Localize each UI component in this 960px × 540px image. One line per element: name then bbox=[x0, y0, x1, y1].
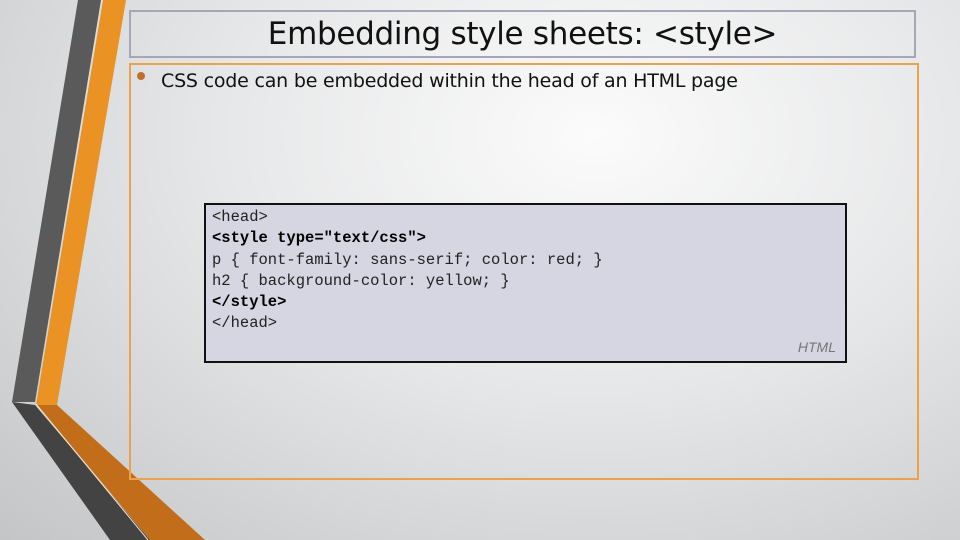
slide-title: Embedding style sheets: <style> bbox=[267, 16, 778, 52]
code-line: <head> bbox=[212, 208, 268, 226]
code-line: </style> bbox=[212, 293, 287, 312]
code-language-label: HTML bbox=[797, 339, 836, 355]
code-line: </head> bbox=[212, 314, 278, 333]
title-box: Embedding style sheets: <style> bbox=[129, 10, 916, 58]
bullet-text: CSS code can be embedded within the head… bbox=[161, 70, 738, 92]
code-line: h2 { background-color: yellow; } bbox=[212, 271, 510, 290]
bullet-icon bbox=[137, 72, 145, 80]
code-line: p { font-family: sans-serif; color: red;… bbox=[212, 250, 603, 269]
bullet-item: CSS code can be embedded within the head… bbox=[137, 70, 738, 92]
code-example: <head> <style type="text/css"> p { font-… bbox=[204, 203, 847, 363]
code-line: <style type="text/css"> bbox=[212, 229, 426, 248]
